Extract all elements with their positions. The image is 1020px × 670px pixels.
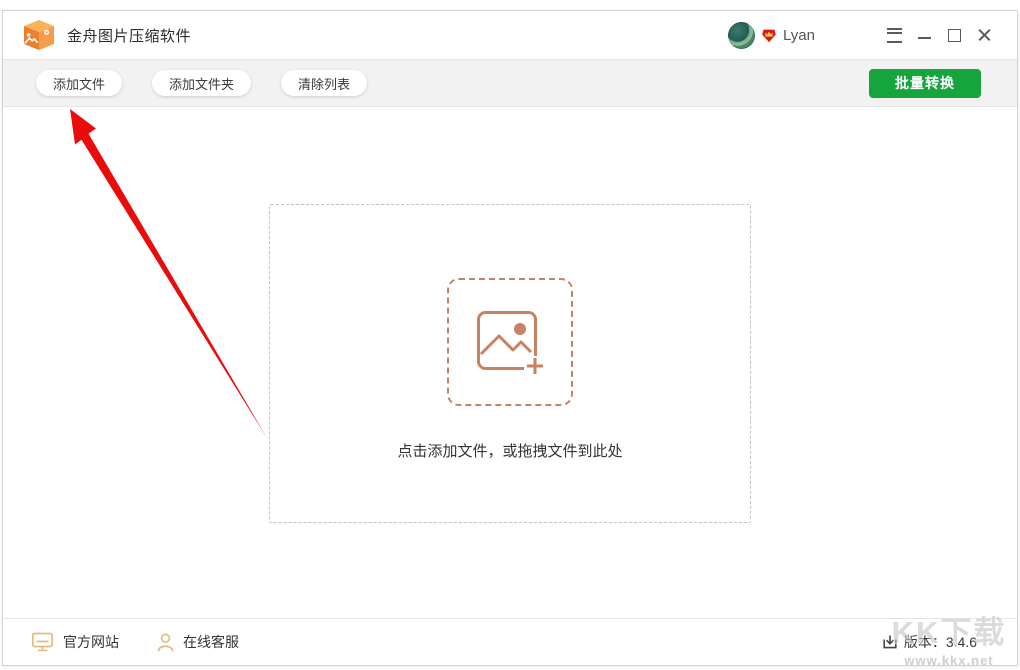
minimize-icon — [918, 37, 931, 39]
toolbar: 添加文件 添加文件夹 清除列表 批量转换 — [3, 59, 1017, 107]
add-image-icon — [474, 308, 546, 376]
add-file-button[interactable]: 添加文件 — [36, 70, 122, 96]
file-drop-zone[interactable]: 点击添加文件，或拖拽文件到此处 — [269, 204, 751, 523]
add-folder-button[interactable]: 添加文件夹 — [152, 70, 251, 96]
app-logo-icon — [21, 18, 57, 52]
version-update-area[interactable]: 版本：3.4.6 — [882, 632, 977, 652]
window-controls — [879, 20, 999, 50]
clear-list-button[interactable]: 清除列表 — [281, 70, 367, 96]
username: Lyan — [783, 27, 815, 44]
menu-button[interactable] — [879, 20, 909, 50]
person-icon — [157, 633, 174, 652]
online-support-link[interactable]: 在线客服 — [157, 632, 239, 652]
app-window: 金舟图片压缩软件 Lyan 添加文件 添加文件夹 清除列表 批量转换 — [2, 10, 1018, 666]
drop-zone-icon-frame — [447, 278, 573, 406]
minimize-button[interactable] — [909, 20, 939, 50]
download-update-icon — [882, 634, 898, 650]
official-site-link[interactable]: 官方网站 — [31, 632, 119, 652]
app-title: 金舟图片压缩软件 — [67, 25, 191, 46]
official-site-label: 官方网站 — [63, 632, 119, 652]
hamburger-menu-icon — [887, 28, 902, 43]
close-button[interactable] — [969, 20, 999, 50]
user-account[interactable]: Lyan — [728, 22, 815, 49]
drop-zone-hint: 点击添加文件，或拖拽文件到此处 — [397, 440, 622, 461]
batch-convert-button[interactable]: 批量转换 — [869, 69, 981, 98]
vip-badge-icon — [761, 28, 777, 43]
user-avatar — [728, 22, 755, 49]
title-bar: 金舟图片压缩软件 Lyan — [3, 11, 1017, 59]
footer-bar: 官方网站 在线客服 版本：3.4.6 — [3, 618, 1017, 665]
maximize-button[interactable] — [939, 20, 969, 50]
online-support-label: 在线客服 — [183, 632, 239, 652]
monitor-icon — [31, 632, 54, 652]
main-area: 点击添加文件，或拖拽文件到此处 — [3, 107, 1017, 619]
maximize-icon — [948, 29, 961, 42]
version-text: 版本：3.4.6 — [904, 632, 977, 652]
close-icon — [978, 29, 991, 42]
